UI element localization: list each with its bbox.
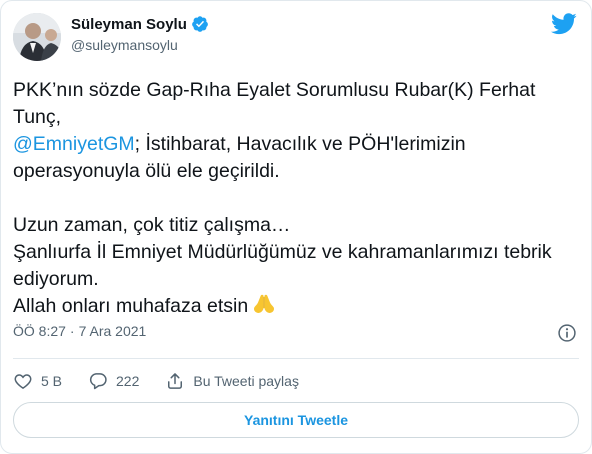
meta-separator: · bbox=[69, 323, 75, 339]
tweet-text: PKK’nın sözde Gap-Rıha Eyalet Sorumlusu … bbox=[13, 77, 579, 320]
author-name-row: Süleyman Soylu bbox=[71, 15, 209, 33]
reply-count-button[interactable]: 222 bbox=[88, 371, 139, 391]
folded-hands-emoji bbox=[254, 294, 275, 313]
heart-icon bbox=[14, 374, 32, 389]
verified-badge-icon bbox=[192, 16, 208, 32]
tweet-paragraph-2: Uzun zaman, çok titiz çalışma… Şanlıurfa… bbox=[13, 214, 552, 317]
avatar[interactable] bbox=[13, 13, 61, 61]
share-icon bbox=[168, 373, 183, 389]
reply-bubble-icon bbox=[89, 373, 107, 390]
action-bar: 5 B 222 Bu Tweeti paylaş bbox=[13, 371, 325, 391]
author-handle[interactable]: @suleymansoylu bbox=[71, 37, 178, 53]
reply-count: 222 bbox=[116, 373, 140, 389]
info-icon[interactable] bbox=[557, 323, 577, 343]
reply-tweet-button[interactable]: Yanıtını Tweetle bbox=[13, 402, 579, 438]
tweet-line-1: PKK’nın sözde Gap-Rıha Eyalet Sorumlusu … bbox=[13, 79, 541, 128]
twitter-bird-icon[interactable] bbox=[551, 13, 577, 35]
tweet-time: ÖÖ 8:27 bbox=[13, 323, 66, 339]
share-button[interactable]: Bu Tweeti paylaş bbox=[165, 371, 299, 391]
author-name[interactable]: Süleyman Soylu bbox=[71, 16, 187, 33]
like-count: 5 B bbox=[41, 373, 63, 389]
tweet-date: 7 Ara 2021 bbox=[78, 323, 147, 339]
tweet-timestamp[interactable]: ÖÖ 8:27 · 7 Ara 2021 bbox=[13, 323, 146, 339]
share-label: Bu Tweeti paylaş bbox=[193, 373, 299, 389]
avatar-image bbox=[13, 13, 61, 61]
divider bbox=[13, 358, 579, 359]
like-button[interactable]: 5 B bbox=[13, 371, 62, 391]
mention-link[interactable]: @EmniyetGM bbox=[13, 133, 135, 155]
tweet-card: Süleyman Soylu @suleymansoylu PKK’nın sö… bbox=[0, 0, 592, 454]
